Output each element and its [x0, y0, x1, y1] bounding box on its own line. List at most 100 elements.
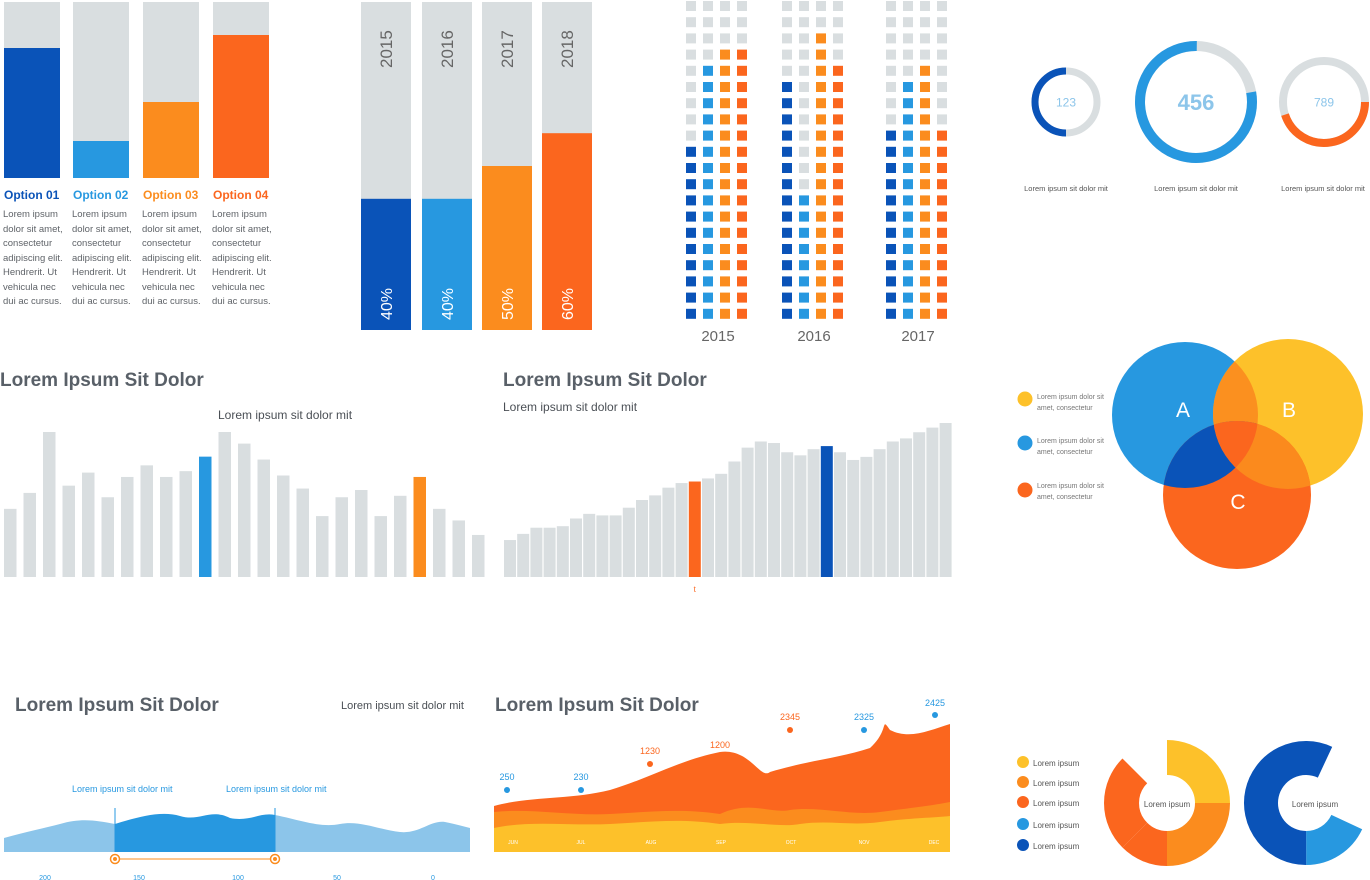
- pictogram-square-filled: [782, 146, 792, 157]
- pictogram-square-filled: [833, 82, 843, 92]
- pictogram-square-filled: [920, 163, 930, 173]
- pictogram-square-filled: [686, 260, 696, 271]
- pictogram-square-empty: [686, 1, 696, 11]
- pictogram-square-filled: [703, 146, 713, 157]
- pictogram-square-filled: [720, 163, 730, 173]
- pictogram-year-label: 2017: [901, 328, 934, 345]
- stacked-area-x-tick: JUN: [508, 840, 518, 846]
- bar-mid-28: [860, 456, 873, 577]
- pictogram-square-empty: [799, 146, 809, 157]
- bar-chart-mid-subtitle: Lorem ipsum sit dolor mit: [503, 400, 638, 414]
- stacked-area-point-label: 1200: [710, 740, 730, 750]
- pictogram-square-filled: [720, 130, 730, 141]
- option-bar-fill: [4, 48, 60, 178]
- pictogram-square-filled: [833, 195, 843, 206]
- stacked-area-chart: 250 230 1230 1200 2345 2325 2425 JUN JUL AUG SEP OC…: [494, 698, 950, 852]
- pictogram-square-empty: [903, 49, 913, 60]
- pictogram-square-filled: [720, 179, 730, 190]
- pictogram-square-filled: [833, 276, 843, 287]
- pictogram-square-filled: [903, 179, 913, 190]
- pictogram-square-filled: [782, 276, 792, 287]
- pictogram-square-filled: [903, 227, 913, 238]
- pictogram-square-filled: [799, 244, 809, 254]
- pictogram-square-empty: [720, 17, 730, 28]
- pictogram-square-empty: [937, 33, 947, 44]
- pictogram-square-empty: [886, 82, 896, 92]
- area-left-shade-1: [4, 820, 115, 852]
- pictogram-square-empty: [737, 1, 747, 11]
- pictogram-square-filled: [816, 98, 826, 109]
- bar-left-16: [296, 488, 309, 577]
- venn-label-b: B: [1282, 399, 1296, 422]
- pictogram-square-filled: [903, 82, 913, 92]
- pictogram-square-filled: [920, 98, 930, 109]
- donut-slice: [1122, 822, 1168, 866]
- pictogram-square-empty: [686, 33, 696, 44]
- area-chart-left: Lorem ipsum sit dolor mit Lorem ipsum sit…: [4, 784, 470, 880]
- pictogram-square-empty: [782, 65, 792, 76]
- bar-mid-24: [807, 449, 820, 577]
- bar-mid-10: [622, 507, 635, 577]
- bar-mid-29: [873, 449, 886, 577]
- pictogram-square-filled: [937, 179, 947, 190]
- pictogram-square-empty: [720, 1, 730, 11]
- pictogram-square-filled: [737, 163, 747, 173]
- pictogram-square-filled: [799, 308, 809, 319]
- pictogram-square-empty: [686, 65, 696, 76]
- option-bar-fill: [213, 35, 269, 178]
- bar-left-6: [101, 497, 114, 577]
- pictogram-square-filled: [703, 292, 713, 303]
- pictogram-square-filled: [720, 49, 730, 60]
- pictogram-square-filled: [816, 195, 826, 206]
- pictogram-square-filled: [903, 308, 913, 319]
- pie-legend-5: Lorem ipsum: [1033, 842, 1080, 851]
- ring-caption-2: Lorem ipsum sit dolor mit: [1154, 184, 1238, 193]
- bar-mid-14: [675, 483, 688, 577]
- pictogram-square-filled: [720, 195, 730, 206]
- pictogram-square-filled: [816, 179, 826, 190]
- bar-mid-31: [900, 438, 912, 577]
- pictogram-square-filled: [782, 82, 792, 92]
- pictogram-chart: 2015 2016 2017: [686, 1, 947, 345]
- pictogram-square-empty: [799, 130, 809, 141]
- pictogram-square-filled: [937, 244, 947, 254]
- pictogram-square-filled: [816, 146, 826, 157]
- pictogram-square-filled: [703, 260, 713, 271]
- pictogram-square-empty: [886, 65, 896, 76]
- pictogram-square-filled: [816, 33, 826, 44]
- pictogram-year-label: 2015: [701, 328, 734, 345]
- pie-legend-dot: [1017, 776, 1029, 788]
- area-left-x-tick: 100: [232, 875, 244, 880]
- pictogram-square-filled: [720, 98, 730, 109]
- pie-legend-1: Lorem ipsum: [1033, 759, 1080, 768]
- pictogram-square-filled: [920, 114, 930, 125]
- pictogram-square-filled: [816, 276, 826, 287]
- pictogram-square-filled: [703, 163, 713, 173]
- bar-chart-left: [4, 432, 485, 577]
- pictogram-square-filled: [720, 65, 730, 76]
- year-bar-value: 40%: [379, 288, 396, 320]
- option-description: Lorem ipsum dolor sit amet, consectetur …: [72, 209, 132, 307]
- pictogram-square-filled: [903, 260, 913, 271]
- year-bar-label: 2016: [438, 30, 457, 68]
- pictogram-square-empty: [686, 49, 696, 60]
- stacked-area-point-label: 2325: [854, 712, 874, 722]
- donut-2-center-label: Lorem ipsum: [1292, 800, 1339, 809]
- pictogram-square-filled: [920, 227, 930, 238]
- pie-legend-dot: [1017, 756, 1029, 768]
- bar-mid-8: [596, 515, 609, 577]
- pictogram-square-filled: [782, 179, 792, 190]
- pictogram-square-empty: [886, 33, 896, 44]
- pictogram-square-filled: [920, 292, 930, 303]
- pictogram-square-empty: [937, 17, 947, 28]
- bar-mid-23: [794, 455, 807, 577]
- pictogram-square-filled: [799, 227, 809, 238]
- pictogram-square-filled: [686, 163, 696, 173]
- donut-slice: [1104, 758, 1148, 848]
- bar-mid-3: [530, 527, 543, 577]
- pictogram-square-filled: [720, 260, 730, 271]
- pictogram-square-filled: [903, 98, 913, 109]
- stacked-area-point-label: 2425: [925, 698, 945, 708]
- pictogram-square-empty: [920, 17, 930, 28]
- pictogram-square-filled: [799, 292, 809, 303]
